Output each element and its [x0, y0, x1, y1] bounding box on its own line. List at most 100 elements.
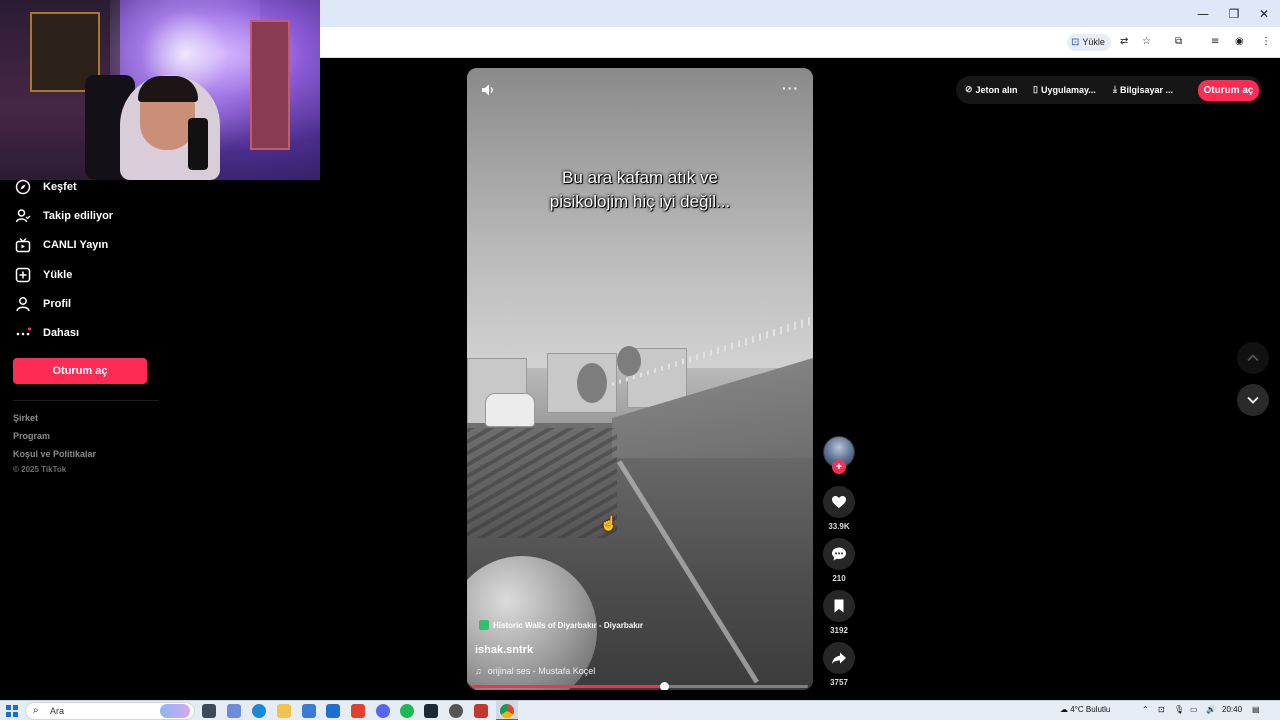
compass-icon — [14, 178, 32, 196]
taskbar-search-input[interactable]: ⌕ Ara — [25, 702, 195, 720]
hand-cursor-icon: ☝ — [600, 515, 618, 531]
copyright-text: © 2025 TikTok — [13, 465, 67, 474]
spotify-icon[interactable] — [400, 704, 414, 718]
cloud-icon: ☁ — [1060, 705, 1068, 714]
share-count: 3757 — [830, 678, 848, 687]
car-in-video — [485, 393, 535, 427]
copilot-icon[interactable] — [227, 704, 241, 718]
install-app-button[interactable]: ⊡ Yükle — [1067, 34, 1111, 51]
restore-button[interactable]: ❐ — [1219, 4, 1249, 24]
close-window-button[interactable]: ✕ — [1249, 4, 1279, 24]
browser-menu-icon[interactable]: ⋮ — [1261, 33, 1271, 51]
comment-button[interactable] — [823, 538, 855, 570]
weather-text: Bulutlu — [1085, 705, 1111, 714]
weather-widget[interactable]: ☁ 4°C Bulutlu — [1060, 705, 1110, 714]
sidebar-item-explore[interactable]: Keşfet — [14, 176, 77, 198]
header-login-button[interactable]: Oturum aç — [1198, 80, 1259, 101]
sound-label: orijinal ses - Mustafa Koçel — [487, 666, 596, 676]
sidebar-item-label: Dahası — [43, 327, 80, 339]
location-label: Historic Walls of Diyarbakır - Diyarbakı… — [493, 620, 643, 630]
plus-square-icon — [14, 266, 32, 284]
profile-icon — [14, 295, 32, 313]
next-video-button[interactable] — [1237, 384, 1269, 416]
caption-line-2: pisikolojim hiç iyi değil... — [549, 192, 731, 211]
windows-taskbar: ⌕ Ara ☁ 4°C Bulutlu ⌃ ⊡ 🎙 ▭ 🔊 20:40 ▤ — [0, 700, 1280, 720]
music-note-icon: ♫ — [475, 666, 482, 676]
extensions-icon[interactable]: ⧉ — [1175, 33, 1182, 51]
location-tag[interactable]: Historic Walls of Diyarbakır - Diyarbakı… — [479, 620, 643, 630]
tray-app-icon[interactable]: ⊡ — [1158, 705, 1165, 714]
taskbar-search-placeholder: Ara — [50, 706, 65, 716]
footer-link-company[interactable]: Şirket — [13, 413, 38, 423]
notification-icon[interactable]: ▤ — [1252, 705, 1260, 714]
media-control-icon[interactable]: ≡ — [1211, 33, 1219, 51]
get-coins-button[interactable]: ⊘ Jeton alın — [965, 84, 1018, 95]
webcam-overlay — [0, 0, 320, 180]
install-label: Yükle — [1082, 37, 1105, 47]
comment-count: 210 — [832, 574, 846, 583]
edge-icon[interactable] — [252, 704, 266, 718]
sidebar-item-upload[interactable]: Yükle — [14, 264, 72, 286]
sidebar-item-label: Keşfet — [43, 181, 77, 193]
search-highlight-image — [160, 704, 190, 718]
recording-app-icon[interactable] — [474, 704, 488, 718]
obs-icon[interactable] — [449, 704, 463, 718]
footer-link-terms[interactable]: Koşul ve Politikalar — [13, 449, 96, 459]
bookmark-star-icon[interactable]: ☆ — [1142, 33, 1151, 51]
mail-icon[interactable] — [326, 704, 340, 718]
video-more-icon[interactable]: ··· — [782, 80, 799, 96]
sidebar-item-label: Takip ediliyor — [43, 210, 114, 222]
sidebar-login-button[interactable]: Oturum aç — [13, 358, 147, 384]
desktop-app-label: Bilgisayar ... — [1119, 84, 1174, 95]
follow-plus-icon[interactable]: + — [832, 460, 846, 474]
minimize-button[interactable]: — — [1188, 4, 1218, 24]
chevron-up-icon — [1247, 354, 1259, 362]
translate-icon[interactable]: ⇄ — [1120, 33, 1128, 51]
share-button[interactable] — [823, 642, 855, 674]
sidebar-item-following[interactable]: Takip ediliyor — [14, 205, 113, 227]
chevron-down-icon — [1247, 396, 1259, 404]
get-app-button[interactable]: ▯ Uygulamay... — [1033, 84, 1096, 95]
previous-video-button[interactable] — [1237, 342, 1269, 374]
comment-icon — [832, 547, 846, 561]
sidebar-item-profile[interactable]: Profil — [14, 293, 71, 315]
sidebar-item-live[interactable]: CANLI Yayın — [14, 234, 108, 256]
network-icon[interactable]: ▭ — [1190, 705, 1198, 714]
screen: — ❐ ✕ ⇄ ☆ ⧉ ≡ ◉ ⋮ ⊡ Yükle Keşfet Takip e… — [0, 0, 1280, 720]
desktop-app-button[interactable]: ⤓ Bilgisayar ... — [1113, 84, 1173, 95]
video-sound[interactable]: ♫ orijinal ses - Mustafa Koçel — [475, 666, 595, 676]
video-player[interactable]: Bu ara kafam atık ve pisikolojim hiç iyi… — [467, 68, 813, 690]
video-progress-bar[interactable] — [472, 682, 808, 690]
sidebar-item-label: Yükle — [43, 269, 73, 281]
sidebar-item-label: CANLI Yayın — [43, 239, 109, 251]
account-icon[interactable]: ◉ — [1235, 33, 1244, 51]
user-follow-icon — [14, 207, 32, 225]
video-author[interactable]: ishak.sntrk — [475, 644, 533, 656]
footer-link-program[interactable]: Program — [13, 431, 50, 441]
tray-chevron-icon[interactable]: ⌃ — [1142, 705, 1149, 714]
task-view-icon[interactable] — [202, 704, 216, 718]
video-progress-knob[interactable] — [659, 682, 669, 690]
heart-icon — [832, 496, 846, 508]
video-caption: Bu ara kafam atık ve pisikolojim hiç iyi… — [467, 166, 813, 214]
brave-icon[interactable] — [351, 704, 365, 718]
phone-icon: ▯ — [1033, 84, 1038, 94]
like-button[interactable] — [823, 486, 855, 518]
location-pin-icon — [479, 620, 489, 630]
sidebar-divider — [13, 400, 159, 401]
windows-start-icon[interactable] — [6, 705, 18, 717]
clock[interactable]: 20:40 — [1222, 705, 1242, 714]
file-explorer-icon[interactable] — [277, 704, 291, 718]
microphone-icon[interactable]: 🎙 — [1174, 705, 1184, 714]
store-icon[interactable] — [302, 704, 316, 718]
sidebar-item-more[interactable]: Dahası — [14, 322, 79, 344]
chrome-icon[interactable] — [500, 704, 514, 718]
save-button[interactable] — [823, 590, 855, 622]
get-coins-label: Jeton alın — [975, 84, 1018, 95]
caption-line-1: Bu ara kafam atık ve — [562, 168, 718, 187]
volume-tray-icon[interactable]: 🔊 — [1206, 705, 1216, 714]
volume-icon[interactable] — [480, 82, 496, 98]
discord-icon[interactable] — [376, 704, 390, 718]
steam-icon[interactable] — [424, 704, 438, 718]
coin-icon: ⊘ — [965, 84, 973, 94]
